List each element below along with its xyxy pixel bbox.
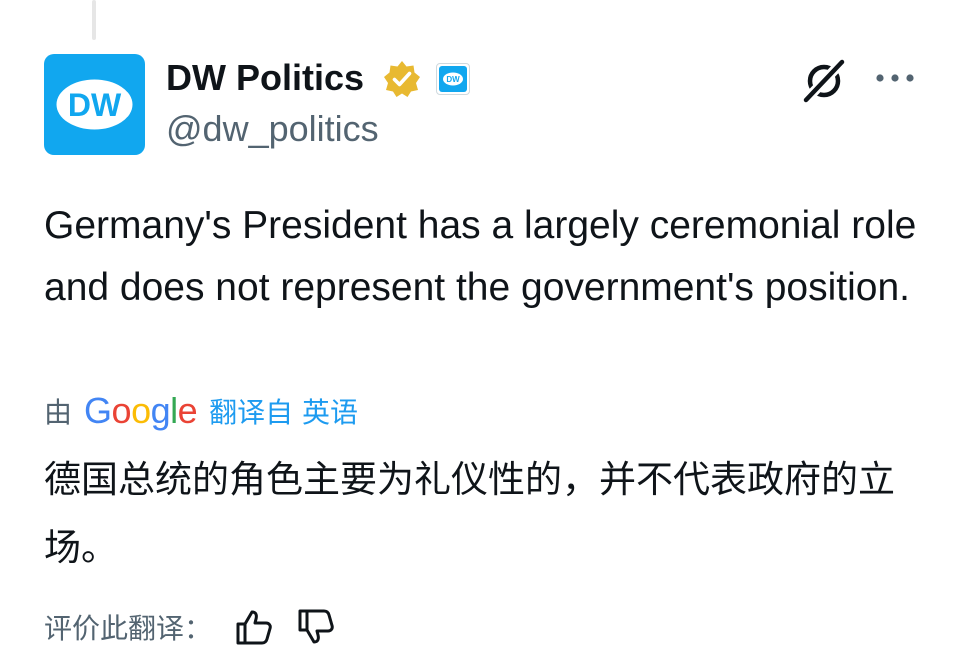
grok-icon[interactable] bbox=[800, 56, 848, 104]
affiliate-badge-icon[interactable]: DW bbox=[436, 63, 470, 95]
google-letter: o bbox=[131, 390, 151, 431]
translated-text: 德国总统的角色主要为礼仪性的，并不代表政府的立场。 bbox=[44, 458, 895, 569]
post-text: Germany's President has a largely ceremo… bbox=[44, 204, 917, 309]
more-icon[interactable] bbox=[873, 66, 917, 90]
google-letter: g bbox=[150, 390, 171, 431]
author-display-name[interactable]: DW Politics bbox=[166, 57, 364, 99]
thumbs-up-icon[interactable] bbox=[234, 607, 274, 647]
translated-by-google[interactable]: 由 Google 翻译自 英语 bbox=[44, 389, 358, 433]
affiliate-logo-text: DW bbox=[446, 75, 460, 84]
google-logo: Google bbox=[84, 390, 198, 432]
google-letter: o bbox=[111, 390, 132, 431]
google-letter: e bbox=[177, 390, 198, 431]
rate-translation-label: 评价此翻译： bbox=[44, 612, 213, 645]
dw-logo-icon: DW bbox=[56, 79, 133, 130]
google-letter: l bbox=[170, 390, 178, 431]
google-letter: G bbox=[84, 390, 112, 431]
avatar[interactable]: DW bbox=[44, 54, 145, 155]
avatar-logo-text: DW bbox=[68, 87, 122, 123]
verified-badge-icon bbox=[384, 61, 420, 97]
thread-connector-line bbox=[92, 0, 96, 40]
translated-by-label: 由 bbox=[44, 396, 73, 429]
author-handle[interactable]: @dw_politics bbox=[166, 108, 379, 150]
rate-translation-row: 评价此翻译： bbox=[44, 604, 358, 650]
thumbs-down-icon[interactable] bbox=[296, 607, 336, 647]
translated-from-link[interactable]: 翻译自 英语 bbox=[209, 391, 358, 431]
